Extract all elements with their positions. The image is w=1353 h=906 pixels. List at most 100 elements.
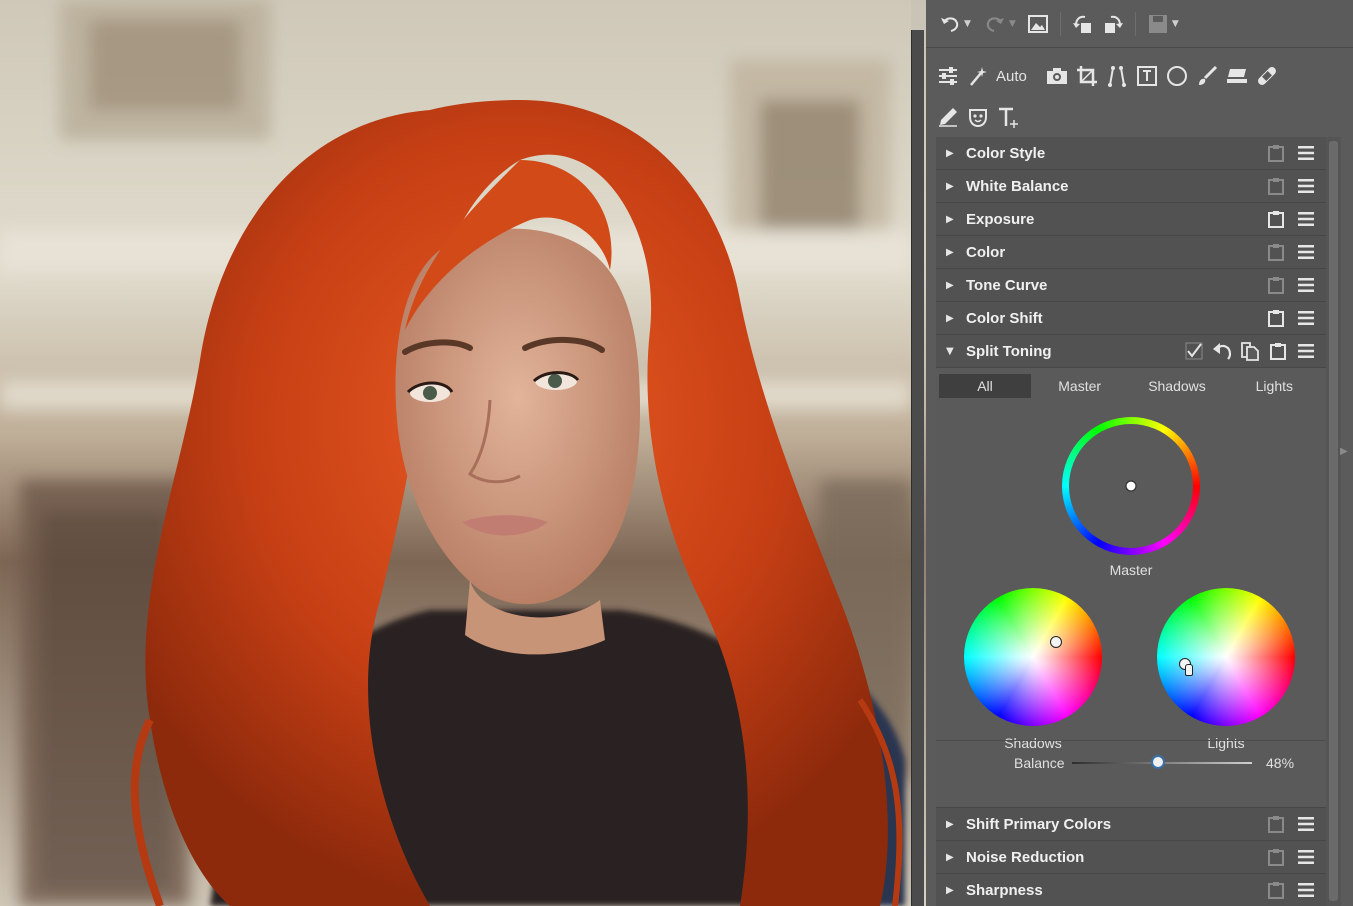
section-title: Exposure [966,210,1035,228]
tab-all[interactable]: All [939,374,1031,398]
section-split-toning[interactable]: ▼ Split Toning [936,335,1326,368]
adjustments-panel: ▼ ▼ ▼ Auto ▶ Color Style ▶ White Balance… [926,0,1353,906]
top-toolbar: ▼ ▼ ▼ [926,0,1353,48]
panel-collapse-arrow-icon[interactable]: ▶ [1340,446,1348,457]
radial-filter-icon[interactable] [1165,64,1189,88]
menu-icon[interactable] [1296,308,1316,328]
lights-color-wheel[interactable] [1157,588,1295,726]
paste-icon[interactable] [1266,847,1286,867]
split-toning-tabs: All Master Shadows Lights [939,374,1323,398]
section-title: Split Toning [966,342,1052,360]
tab-shadows[interactable]: Shadows [1128,374,1225,398]
menu-icon[interactable] [1296,847,1316,867]
photo-canvas[interactable] [0,0,926,906]
expand-arrow-icon[interactable]: ▶ [936,852,956,863]
expand-arrow-icon[interactable]: ▶ [936,247,956,258]
menu-icon[interactable] [1296,242,1316,262]
toolbar-divider [1134,11,1136,36]
hand-cursor-icon [1185,664,1193,676]
section-title: White Balance [966,177,1069,195]
master-wheel-handle[interactable] [1125,480,1137,492]
frame-icon[interactable] [1135,64,1159,88]
panel-scrollbar-thumb[interactable] [1329,141,1338,901]
paste-icon[interactable] [1266,880,1286,900]
brush-icon[interactable] [1195,64,1219,88]
checkmark-icon[interactable] [1184,341,1204,361]
section-title: Tone Curve [966,276,1048,294]
photo-scroll-gutter[interactable] [911,30,924,906]
section-shift-primary-colors[interactable]: ▶ Shift Primary Colors [936,808,1326,841]
paste-icon[interactable] [1266,308,1286,328]
tab-lights[interactable]: Lights [1226,374,1323,398]
perspective-icon[interactable] [1105,64,1129,88]
menu-icon[interactable] [1296,143,1316,163]
reset-icon[interactable] [1212,341,1232,361]
camera-icon[interactable] [1045,64,1069,88]
panel-scrollbar[interactable] [1326,137,1341,906]
section-sharpness[interactable]: ▶ Sharpness [936,874,1326,906]
menu-icon[interactable] [1296,880,1316,900]
eraser-block-icon[interactable] [1225,64,1249,88]
menu-icon[interactable] [1296,341,1316,361]
tool-row-2 [926,103,1353,131]
auto-button[interactable]: Auto [996,68,1027,85]
rotate-left-icon[interactable] [1071,12,1095,36]
section-white-balance[interactable]: ▶ White Balance [936,170,1326,203]
redo-icon[interactable] [983,12,1007,36]
paste-icon[interactable] [1266,209,1286,229]
section-title: Noise Reduction [966,848,1085,866]
shadows-wheel-handle[interactable] [1050,636,1062,648]
section-noise-reduction[interactable]: ▶ Noise Reduction [936,841,1326,874]
expand-arrow-icon[interactable]: ▶ [936,214,956,225]
menu-icon[interactable] [1296,176,1316,196]
balance-label: Balance [1014,755,1065,771]
auto-wand-icon[interactable] [966,64,990,88]
pen-icon[interactable] [936,105,960,129]
balance-row: Balance 48% [936,740,1326,780]
face-mask-icon[interactable] [966,105,990,129]
section-color-style[interactable]: ▶ Color Style [936,137,1326,170]
paste-icon[interactable] [1266,814,1286,834]
save-dropdown-icon[interactable]: ▼ [1172,19,1179,29]
menu-icon[interactable] [1296,814,1316,834]
save-icon[interactable] [1146,12,1170,36]
redo-dropdown-icon[interactable]: ▼ [1009,19,1016,29]
bandage-icon[interactable] [1255,64,1279,88]
image-view-icon[interactable] [1026,12,1050,36]
portrait-photo [0,0,911,906]
expand-arrow-icon[interactable]: ▶ [936,181,956,192]
collapse-arrow-icon[interactable]: ▼ [936,346,956,357]
undo-dropdown-icon[interactable]: ▼ [964,19,971,29]
split-toning-body: All Master Shadows Lights Master Shadows [936,368,1326,808]
paste-icon[interactable] [1266,176,1286,196]
paste-icon[interactable] [1266,242,1286,262]
master-wheel-label: Master [1109,562,1153,578]
shadows-color-wheel[interactable] [964,588,1102,726]
section-title: Shift Primary Colors [966,815,1112,833]
paste-icon[interactable] [1266,275,1286,295]
expand-arrow-icon[interactable]: ▶ [936,819,956,830]
expand-arrow-icon[interactable]: ▶ [936,885,956,896]
tab-master[interactable]: Master [1031,374,1128,398]
undo-icon[interactable] [938,12,962,36]
rotate-right-icon[interactable] [1101,12,1125,36]
adjust-sliders-icon[interactable] [936,64,960,88]
section-tone-curve[interactable]: ▶ Tone Curve [936,269,1326,302]
crop-icon[interactable] [1075,64,1099,88]
section-exposure[interactable]: ▶ Exposure [936,203,1326,236]
expand-arrow-icon[interactable]: ▶ [936,148,956,159]
expand-arrow-icon[interactable]: ▶ [936,280,956,291]
text-icon[interactable] [996,105,1020,129]
section-title: Color [966,243,1006,261]
master-color-ring[interactable] [1061,416,1201,556]
paste-icon[interactable] [1268,341,1288,361]
section-color-shift[interactable]: ▶ Color Shift [936,302,1326,335]
menu-icon[interactable] [1296,275,1316,295]
section-color[interactable]: ▶ Color [936,236,1326,269]
tool-row-1: Auto [926,62,1353,90]
copy-icon[interactable] [1240,341,1260,361]
paste-icon[interactable] [1266,143,1286,163]
menu-icon[interactable] [1296,209,1316,229]
balance-slider-handle[interactable] [1151,755,1166,769]
expand-arrow-icon[interactable]: ▶ [936,313,956,324]
